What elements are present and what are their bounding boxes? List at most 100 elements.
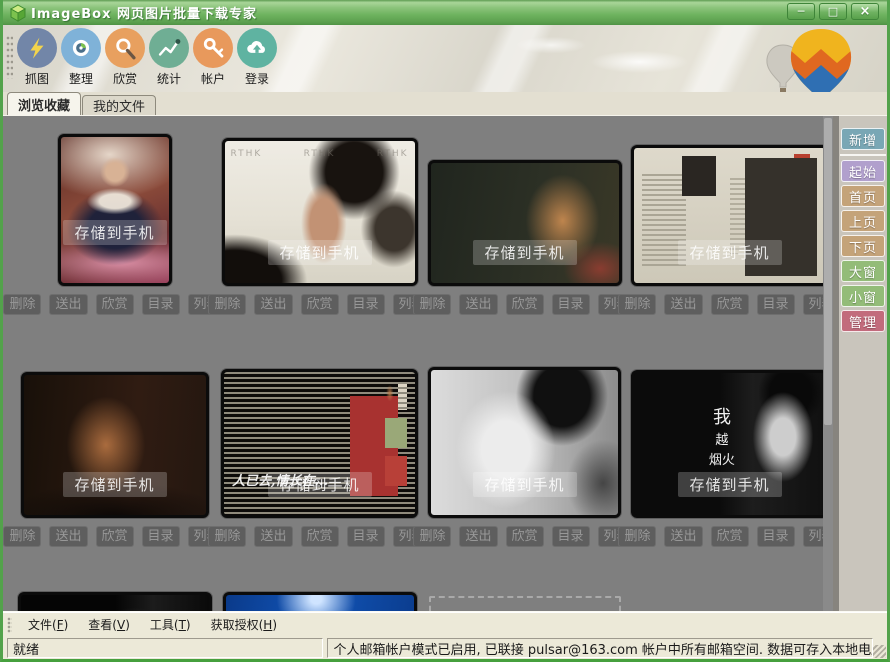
- delete-button[interactable]: 删除: [618, 294, 656, 315]
- send-button[interactable]: 送出: [254, 526, 292, 547]
- sidebar-separator: [840, 154, 886, 156]
- gallery-item: 存储到手机 删除 送出 欣赏 目录 列表: [12, 116, 217, 316]
- watermark-label: 存储到手机: [472, 472, 576, 497]
- maximize-button[interactable]: □: [819, 3, 847, 20]
- send-button[interactable]: 送出: [459, 294, 497, 315]
- title-bar[interactable]: ImageBox 网页图片批量下载专家 ─ □ ×: [3, 0, 887, 25]
- watermark-label: 存储到手机: [677, 240, 781, 265]
- directory-button[interactable]: 目录: [552, 294, 590, 315]
- close-button[interactable]: ×: [851, 3, 879, 20]
- send-button[interactable]: 送出: [49, 294, 87, 315]
- new-button[interactable]: 新增: [841, 128, 885, 150]
- view-button[interactable]: 欣赏: [96, 294, 134, 315]
- view-button[interactable]: 欣赏: [301, 526, 339, 547]
- minimize-button[interactable]: ─: [787, 3, 815, 20]
- directory-button[interactable]: 目录: [757, 526, 795, 547]
- thumbnail-image[interactable]: 存储到手机: [21, 372, 209, 518]
- prev-page-button[interactable]: 上页: [841, 210, 885, 232]
- tab-browse-favorites[interactable]: 浏览收藏: [7, 92, 81, 115]
- capture-button[interactable]: 抓图: [15, 28, 59, 87]
- thumbnail-image[interactable]: 人已去,情长在... 存储到手机: [221, 369, 418, 518]
- thumbnail-image[interactable]: 存储到手机: [428, 367, 621, 518]
- thumbnail-image[interactable]: [18, 592, 212, 611]
- account-button[interactable]: 帐户: [191, 28, 235, 87]
- menu-bar: 文件(F) 查看(V) 工具(T) 获取授权(H): [3, 611, 887, 637]
- menu-license[interactable]: 获取授权(H): [201, 613, 287, 636]
- send-button[interactable]: 送出: [49, 526, 87, 547]
- magnifier-icon: [105, 28, 145, 68]
- directory-button[interactable]: 目录: [552, 526, 590, 547]
- manage-button[interactable]: 管理: [841, 310, 885, 332]
- gallery-item: [627, 548, 823, 611]
- scrollbar-thumb[interactable]: [824, 118, 832, 425]
- thumbnail-image[interactable]: 存储到手机: [58, 134, 172, 286]
- view-button[interactable]: 欣赏: [506, 526, 544, 547]
- gallery-item: 存储到手机 删除 送出 欣赏 目录 列表: [12, 316, 217, 548]
- vertical-scrollbar[interactable]: [823, 116, 833, 611]
- thumbnail-image[interactable]: [223, 592, 417, 611]
- right-sidebar: 新增 起始 首页 上页 下页 大窗 小窗 管理: [833, 116, 887, 611]
- gallery-item: 我 越 烟火 存储到手机 删除 送出 欣赏 目录 列表: [627, 316, 823, 548]
- key-icon: [193, 28, 233, 68]
- app-window: ImageBox 网页图片批量下载专家 ─ □ × 抓图: [0, 0, 890, 662]
- window-title: ImageBox 网页图片批量下载专家: [31, 3, 257, 22]
- send-button[interactable]: 送出: [664, 526, 702, 547]
- delete-button[interactable]: 删除: [413, 294, 451, 315]
- login-button[interactable]: 登录: [235, 28, 279, 87]
- small-window-button[interactable]: 小窗: [841, 285, 885, 307]
- watermark-label: 存储到手机: [62, 472, 166, 497]
- watermark-label: 存储到手机: [472, 240, 576, 265]
- directory-button[interactable]: 目录: [347, 294, 385, 315]
- tab-my-files[interactable]: 我的文件: [82, 95, 156, 115]
- gallery-item: [217, 548, 422, 611]
- next-page-button[interactable]: 下页: [841, 235, 885, 257]
- gallery-content: 存储到手机 删除 送出 欣赏 目录 列表 RTHKRTHKRTHK: [3, 116, 823, 611]
- delete-button[interactable]: 删除: [618, 526, 656, 547]
- photo-background-text: RTHKRTHKRTHK: [231, 149, 409, 159]
- directory-button[interactable]: 目录: [757, 294, 795, 315]
- directory-button[interactable]: 目录: [347, 526, 385, 547]
- stats-button[interactable]: 统计: [147, 28, 191, 87]
- menu-file[interactable]: 文件(F): [18, 613, 78, 636]
- first-page-button[interactable]: 首页: [841, 185, 885, 207]
- menu-view[interactable]: 查看(V): [78, 613, 140, 636]
- gallery-item: RTHKRTHKRTHK 存储到手机 删除 送出 欣赏 目录 列表: [217, 116, 422, 316]
- organize-button[interactable]: 整理: [59, 28, 103, 87]
- large-window-button[interactable]: 大窗: [841, 260, 885, 282]
- delete-button[interactable]: 删除: [413, 526, 451, 547]
- delete-button[interactable]: 删除: [208, 294, 246, 315]
- list-button[interactable]: 列表: [803, 294, 823, 315]
- toolbar-grip[interactable]: [6, 35, 13, 79]
- send-button[interactable]: 送出: [664, 294, 702, 315]
- view-button[interactable]: 欣赏: [103, 28, 147, 87]
- gallery-item: [422, 548, 627, 611]
- thumbnail-image[interactable]: 我 越 烟火 存储到手机: [631, 370, 823, 518]
- view-button[interactable]: 欣赏: [301, 294, 339, 315]
- view-button[interactable]: 欣赏: [711, 526, 749, 547]
- directory-button[interactable]: 目录: [142, 526, 180, 547]
- gallery-item: 人已去,情长在... 存储到手机 删除 送出 欣赏 目录 列表: [217, 316, 422, 548]
- watermark-label: 存储到手机: [677, 472, 781, 497]
- watermark-label: 存储到手机: [62, 220, 166, 245]
- resize-grip[interactable]: [873, 645, 886, 658]
- status-ready: 就绪: [7, 638, 323, 658]
- delete-button[interactable]: 删除: [3, 526, 41, 547]
- view-button[interactable]: 欣赏: [711, 294, 749, 315]
- directory-button[interactable]: 目录: [142, 294, 180, 315]
- send-button[interactable]: 送出: [254, 294, 292, 315]
- view-button[interactable]: 欣赏: [506, 294, 544, 315]
- list-button[interactable]: 列表: [803, 526, 823, 547]
- menubar-grip[interactable]: [7, 617, 12, 633]
- gallery-item: 存储到手机 删除 送出 欣赏 目录 列表: [627, 116, 823, 316]
- view-button[interactable]: 欣赏: [96, 526, 134, 547]
- watermark-label: 存储到手机: [267, 472, 371, 497]
- delete-button[interactable]: 删除: [3, 294, 41, 315]
- menu-tools[interactable]: 工具(T): [140, 613, 201, 636]
- send-button[interactable]: 送出: [459, 526, 497, 547]
- delete-button[interactable]: 删除: [208, 526, 246, 547]
- loading-placeholder: [429, 596, 621, 611]
- thumbnail-image[interactable]: 存储到手机: [631, 145, 823, 286]
- thumbnail-image[interactable]: 存储到手机: [428, 160, 622, 286]
- start-button[interactable]: 起始: [841, 160, 885, 182]
- thumbnail-image[interactable]: RTHKRTHKRTHK 存储到手机: [222, 138, 418, 286]
